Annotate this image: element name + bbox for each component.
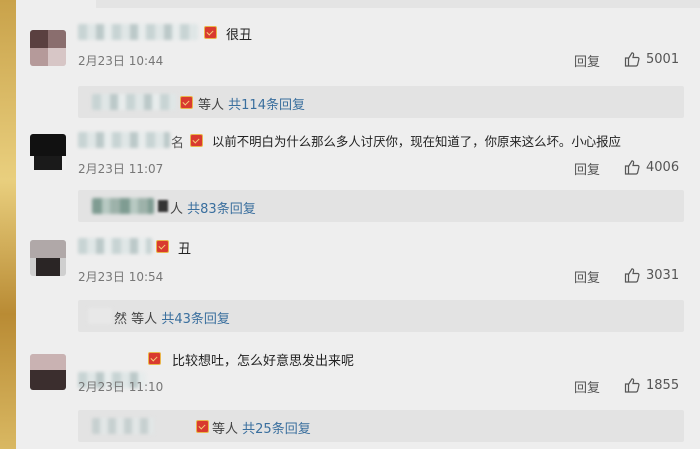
reply-button[interactable]: 回复 [574,377,600,396]
replies-summary[interactable]: 等人 共114条回复 [78,86,684,118]
vip-badge-icon [204,26,217,39]
vip-badge-icon [148,352,161,365]
reply-button[interactable]: 回复 [574,159,600,178]
like-button[interactable]: 5001 [624,51,679,67]
thumbs-up-icon [624,268,640,283]
vip-badge-icon [190,134,203,147]
comment-item: 很丑 2月23日 10:44 回复 5001 等人 共114条回复 [16,14,700,122]
username-blurred[interactable] [78,24,198,40]
replier-avatar-blurred [158,200,168,212]
comment-text: 以前不明白为什么那么多人讨厌你，现在知道了，你原来这么坏。小心报应 [212,134,621,149]
comment-time: 2月23日 10:54 [78,270,164,284]
comment-time: 2月23日 10:44 [78,54,164,68]
like-count: 5001 [646,51,680,67]
replier-names-blurred [92,94,176,110]
replies-count-link[interactable]: 共43条回复 [161,312,230,327]
replies-mid: 等人 [212,422,239,437]
replies-summary[interactable]: 等人 共25条回复 [78,410,684,442]
previous-item-edge [96,0,700,8]
vip-badge-icon [196,420,209,433]
vip-badge-icon [156,240,169,253]
replies-summary[interactable]: 然 等人 共43条回复 [78,300,684,332]
avatar[interactable] [30,134,66,170]
replies-count-link[interactable]: 共83条回复 [187,202,256,217]
comment-text: 丑 [178,242,192,257]
comment-time: 2月23日 11:10 [78,380,164,394]
replies-prefix: 人 [170,202,184,217]
vip-badge-icon [180,96,193,109]
like-count: 1855 [646,377,680,393]
username-suffix: 名 [171,136,185,151]
like-count: 4006 [646,159,680,175]
avatar[interactable] [30,240,66,276]
comment-item: 丑 2月23日 10:54 回复 3031 然 等人 共43条回复 [16,230,700,338]
thumbs-up-icon [624,160,640,175]
comment-item: 比较想吐，怎么好意思发出来呢 2月23日 11:10 回复 1855 等人 共2… [16,340,700,448]
replies-mid: 等人 [131,312,158,327]
like-button[interactable]: 1855 [624,377,679,393]
like-button[interactable]: 3031 [624,267,679,283]
replier-names-blurred [88,308,112,324]
replies-count-link[interactable]: 共114条回复 [228,98,305,113]
comment-item: 名 以前不明白为什么那么多人讨厌你，现在知道了，你原来这么坏。小心报应 2月23… [16,122,700,230]
comment-time: 2月23日 11:07 [78,162,164,176]
like-count: 3031 [646,267,680,283]
replier-names-blurred [92,198,154,214]
avatar[interactable] [30,30,66,66]
avatar[interactable] [30,354,66,390]
replies-mid: 等人 [198,98,225,113]
username-blurred[interactable] [78,132,170,148]
thumbs-up-icon [624,52,640,67]
replier-names-blurred [92,418,154,434]
replies-prefix: 然 [114,312,128,327]
like-button[interactable]: 4006 [624,159,679,175]
thumbs-up-icon [624,378,640,393]
comment-text: 比较想吐，怎么好意思发出来呢 [172,354,355,369]
username-blurred[interactable] [78,238,152,254]
background-image-edge [0,0,16,449]
replies-summary[interactable]: 人 共83条回复 [78,190,684,222]
reply-button[interactable]: 回复 [574,267,600,286]
comment-list: 很丑 2月23日 10:44 回复 5001 等人 共114条回复 名 以前不明… [16,0,700,449]
replies-count-link[interactable]: 共25条回复 [242,422,311,437]
reply-button[interactable]: 回复 [574,51,600,70]
comment-text: 很丑 [226,28,253,43]
